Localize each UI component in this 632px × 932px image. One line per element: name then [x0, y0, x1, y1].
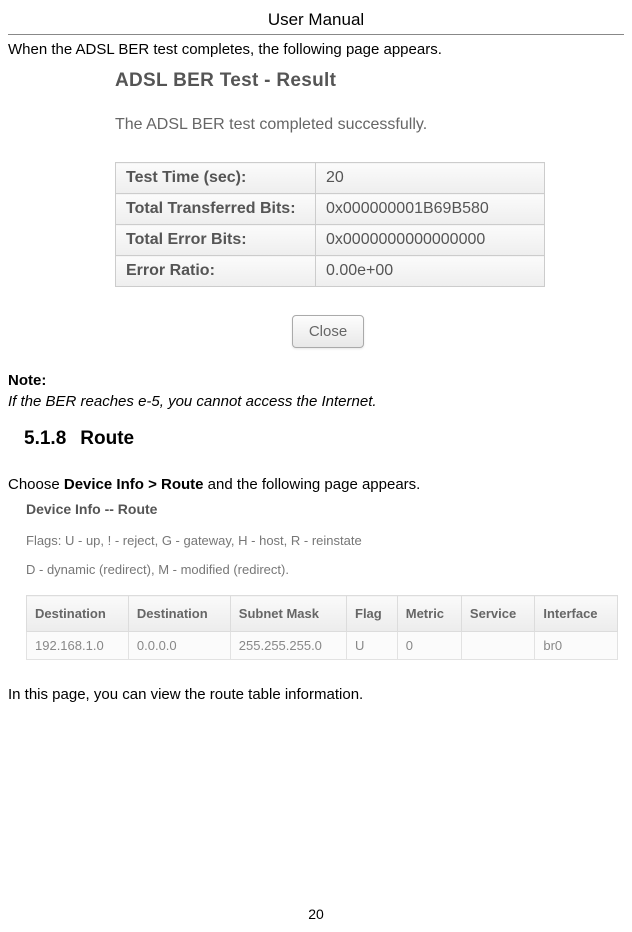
section-heading: 5.1.8 Route — [8, 428, 624, 450]
route-cell — [461, 632, 534, 660]
ber-row-label: Total Transferred Bits: — [116, 194, 316, 225]
route-header-cell: Metric — [397, 596, 461, 632]
view-route-text: In this page, you can view the route tab… — [8, 686, 624, 703]
ber-row-label: Error Ratio: — [116, 256, 316, 287]
route-cell: br0 — [535, 632, 618, 660]
route-cell: 255.255.255.0 — [230, 632, 346, 660]
route-header-cell: Destination — [128, 596, 230, 632]
intro-text: When the ADSL BER test completes, the fo… — [8, 35, 624, 64]
choose-text: Choose Device Info > Route and the follo… — [8, 476, 624, 493]
route-header-cell: Destination — [27, 596, 129, 632]
ber-row: Total Transferred Bits: 0x000000001B69B5… — [116, 194, 545, 225]
route-header-cell: Flag — [347, 596, 398, 632]
note-label: Note: — [8, 372, 624, 389]
section-number: 5.1.8 — [24, 428, 66, 449]
route-cell: 0 — [397, 632, 461, 660]
note-text: If the BER reaches e-5, you cannot acces… — [8, 393, 624, 410]
route-title: Device Info -- Route — [26, 501, 624, 517]
ber-row-label: Test Time (sec): — [116, 163, 316, 194]
ber-result-table: Test Time (sec): 20 Total Transferred Bi… — [115, 162, 545, 287]
route-header-cell: Interface — [535, 596, 618, 632]
route-table: Destination Destination Subnet Mask Flag… — [26, 595, 618, 660]
route-cell: U — [347, 632, 398, 660]
route-header-cell: Subnet Mask — [230, 596, 346, 632]
route-header-cell: Service — [461, 596, 534, 632]
page-number: 20 — [0, 906, 632, 922]
route-flags-line1: Flags: U - up, ! - reject, G - gateway, … — [26, 533, 624, 548]
ber-row-value: 0x0000000000000000 — [316, 225, 545, 256]
ber-row: Error Ratio: 0.00e+00 — [116, 256, 545, 287]
ber-row-value: 0x000000001B69B580 — [316, 194, 545, 225]
route-flags-line2: D - dynamic (redirect), M - modified (re… — [26, 562, 624, 577]
ber-result-figure: ADSL BER Test - Result The ADSL BER test… — [91, 64, 541, 366]
route-cell: 0.0.0.0 — [128, 632, 230, 660]
ber-row: Total Error Bits: 0x0000000000000000 — [116, 225, 545, 256]
choose-post: and the following page appears. — [204, 476, 421, 493]
section-title: Route — [80, 428, 134, 449]
ber-title: ADSL BER Test - Result — [115, 70, 541, 92]
choose-pre: Choose — [8, 476, 64, 493]
route-cell: 192.168.1.0 — [27, 632, 129, 660]
choose-bold: Device Info > Route — [64, 476, 204, 493]
route-header-row: Destination Destination Subnet Mask Flag… — [27, 596, 618, 632]
ber-row-value: 20 — [316, 163, 545, 194]
ber-success-text: The ADSL BER test completed successfully… — [115, 116, 541, 134]
page-title: User Manual — [8, 6, 624, 35]
ber-row-label: Total Error Bits: — [116, 225, 316, 256]
route-data-row: 192.168.1.0 0.0.0.0 255.255.255.0 U 0 br… — [27, 632, 618, 660]
close-button[interactable]: Close — [292, 315, 364, 348]
route-figure: Device Info -- Route Flags: U - up, ! - … — [8, 497, 624, 660]
ber-row-value: 0.00e+00 — [316, 256, 545, 287]
ber-row: Test Time (sec): 20 — [116, 163, 545, 194]
